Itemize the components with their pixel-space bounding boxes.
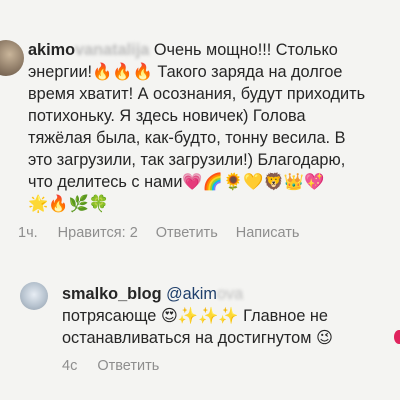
- comment-line: потрясающе 😍✨✨✨ Главное не: [62, 307, 328, 325]
- mention-blurred: ova: [216, 285, 244, 303]
- username-blurred: vanatalija: [75, 41, 150, 59]
- comment-line: время хватит! А осознания, будут приходи…: [28, 85, 366, 103]
- mention-link[interactable]: @akimova: [166, 285, 243, 303]
- comment-meta: 1ч. Нравится: 2 Ответить Написать: [18, 225, 317, 241]
- likes-count[interactable]: Нравится: 2: [58, 225, 138, 241]
- reply-button[interactable]: Ответить: [97, 358, 159, 374]
- comment-meta: 4с Ответить: [62, 358, 177, 374]
- comment-line: 🌟🔥🌿🍀: [28, 195, 110, 213]
- comment-line: Очень мощно!!! Столько: [153, 41, 338, 59]
- avatar[interactable]: [0, 40, 24, 76]
- comment-line: энергии!🔥🔥🔥 Такого заряда на долгое: [28, 63, 343, 81]
- avatar[interactable]: [20, 282, 48, 310]
- timestamp: 1ч.: [18, 225, 38, 241]
- comment-line: это загрузили, так загрузили!) Благодарю…: [28, 151, 346, 169]
- comment-line: потихоньку. Я здесь новичек) Голова: [28, 107, 306, 125]
- username-link[interactable]: smalko_blog: [62, 285, 162, 303]
- heart-icon[interactable]: [394, 330, 400, 344]
- message-button[interactable]: Написать: [236, 225, 300, 241]
- comment-line: останавливаться на достигнутом 😉: [62, 329, 333, 347]
- username-link[interactable]: akimovanatalija: [28, 41, 149, 59]
- reply-button[interactable]: Ответить: [156, 225, 218, 241]
- comment-body: akimovanatalija Очень мощно!!! Столько э…: [28, 39, 365, 215]
- comment-line: тяжёлая была, как-будто, тонну весила. В: [28, 129, 346, 147]
- comment-line: что делитесь с нами💗🌈🌻💛🦁👑💖: [28, 173, 325, 191]
- timestamp: 4с: [62, 358, 78, 374]
- comment-body: smalko_blog @akimova потрясающе 😍✨✨✨ Гла…: [62, 283, 333, 349]
